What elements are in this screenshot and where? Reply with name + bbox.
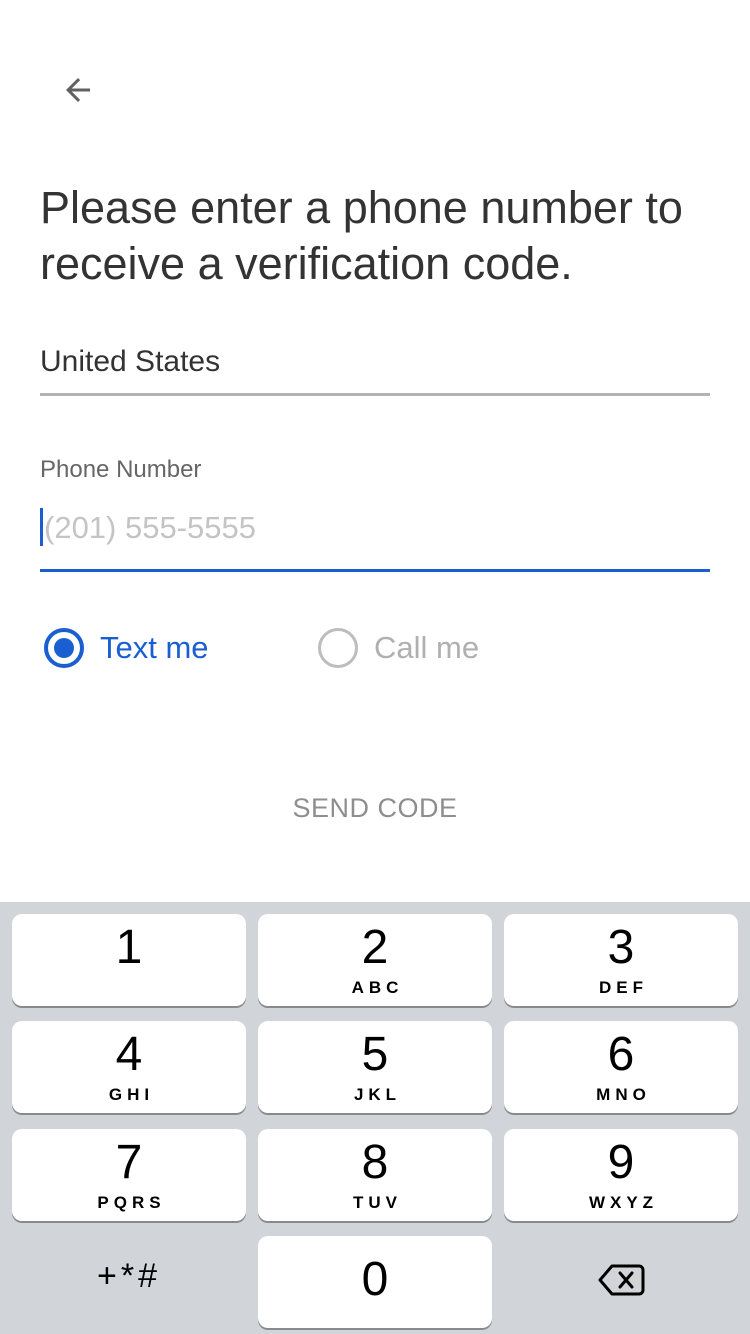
key-letters: DEF <box>599 978 648 997</box>
key-letters: WXYZ <box>588 1193 659 1212</box>
radio-text-me-label: Text me <box>100 630 209 665</box>
key-digit: 0 <box>361 1253 389 1306</box>
send-code-button[interactable]: SEND CODE <box>0 786 750 834</box>
key-0[interactable]: 0 <box>258 1236 492 1328</box>
key-5[interactable]: 5 JKL <box>258 1021 492 1113</box>
key-1[interactable]: 1 <box>12 914 246 1006</box>
key-7[interactable]: 7 PQRS <box>12 1129 246 1221</box>
key-digit: 2 <box>361 921 389 974</box>
radio-call-me[interactable]: Call me <box>318 626 479 670</box>
key-digit: 9 <box>607 1136 635 1189</box>
key-digit: 6 <box>607 1028 635 1081</box>
text-caret <box>40 508 43 546</box>
key-letters: JKL <box>353 1085 402 1104</box>
phone-number-label: Phone Number <box>40 456 202 483</box>
key-digit: 8 <box>361 1136 389 1189</box>
country-value: United States <box>40 345 221 378</box>
key-letters: PQRS <box>97 1193 166 1212</box>
key-digit: 1 <box>115 921 143 974</box>
delete-key[interactable] <box>504 1234 738 1326</box>
key-2[interactable]: 2 ABC <box>258 914 492 1006</box>
key-3[interactable]: 3 DEF <box>504 914 738 1006</box>
key-symbols[interactable]: +*# <box>12 1230 246 1322</box>
country-select[interactable]: United States <box>40 338 710 396</box>
arrow-left-icon <box>66 78 90 102</box>
key-letters: MNO <box>596 1085 651 1104</box>
key-letters: GHI <box>108 1085 155 1104</box>
key-digit: 4 <box>115 1028 143 1081</box>
key-8[interactable]: 8 TUV <box>258 1129 492 1221</box>
key-4[interactable]: 4 GHI <box>12 1021 246 1113</box>
back-button[interactable] <box>48 60 108 120</box>
phone-verification-screen: Please enter a phone number to receive a… <box>0 0 750 1334</box>
key-digit: 5 <box>361 1028 389 1081</box>
key-digit: 3 <box>607 921 635 974</box>
key-9[interactable]: 9 WXYZ <box>504 1129 738 1221</box>
symbols-label: +*# <box>97 1256 161 1295</box>
key-6[interactable]: 6 MNO <box>504 1021 738 1113</box>
backspace-icon <box>598 1264 645 1296</box>
radio-text-me[interactable]: Text me <box>44 626 209 670</box>
page-title: Please enter a phone number to receive a… <box>40 182 683 289</box>
key-digit: 7 <box>115 1136 143 1189</box>
key-letters: TUV <box>353 1193 402 1212</box>
phone-number-input[interactable] <box>40 500 710 556</box>
radio-call-me-label: Call me <box>374 630 480 665</box>
numeric-keypad: 1 2 ABC 3 DEF 4 GHI 5 JKL 6 MNO 7 PQRS 8… <box>0 902 750 1334</box>
key-letters: ABC <box>351 978 404 997</box>
phone-number-field <box>40 500 710 572</box>
radio-unselected-icon <box>318 628 358 668</box>
radio-selected-icon <box>44 628 84 668</box>
